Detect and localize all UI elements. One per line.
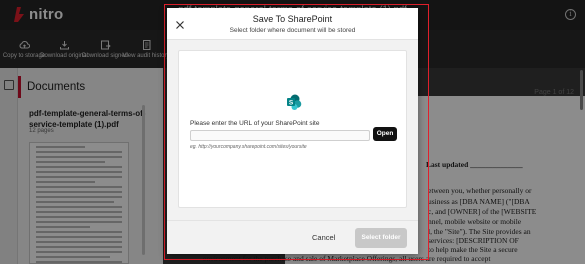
save-to-sharepoint-dialog: Save To SharePoint Select folder where d… bbox=[167, 8, 418, 254]
open-button[interactable]: Open bbox=[373, 127, 397, 141]
select-folder-button[interactable]: Select folder bbox=[355, 228, 407, 248]
sharepoint-url-input[interactable] bbox=[190, 130, 370, 141]
url-label: Please enter the URL of your SharePoint … bbox=[190, 120, 320, 127]
sharepoint-icon: S bbox=[287, 94, 302, 110]
dialog-header: Save To SharePoint Select folder where d… bbox=[167, 8, 418, 40]
dialog-footer: Cancel Select folder bbox=[167, 220, 418, 254]
url-example-hint: eg. http://yourcompany.sharepoint.com/si… bbox=[190, 144, 307, 150]
sharepoint-url-card: S Please enter the URL of your SharePoin… bbox=[178, 50, 407, 208]
svg-text:S: S bbox=[289, 100, 294, 107]
dialog-subtitle: Select folder where document will be sto… bbox=[229, 27, 356, 34]
dialog-title: Save To SharePoint bbox=[252, 14, 333, 24]
cancel-button[interactable]: Cancel bbox=[312, 233, 335, 242]
